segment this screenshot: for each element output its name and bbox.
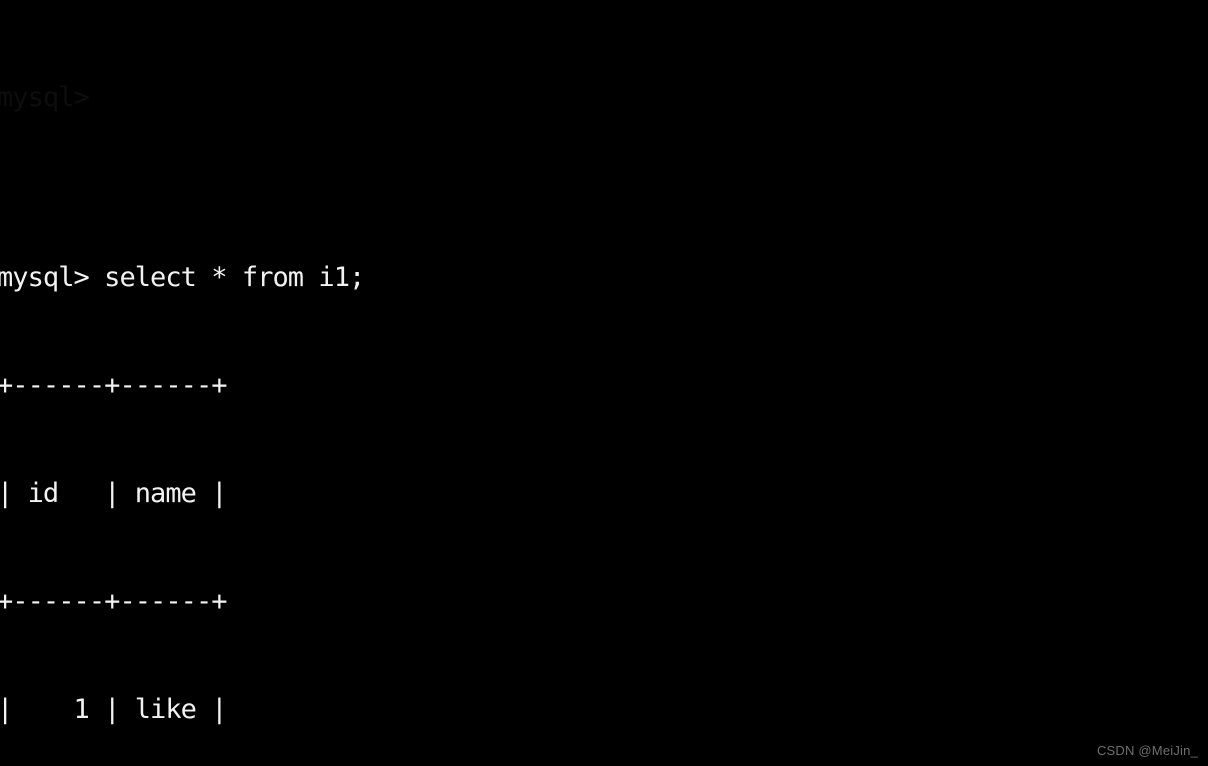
command-line-1[interactable]: mysql> select * from i1; [0, 260, 1208, 296]
terminal-window[interactable]: mysql> mysql> select * from i1; +------+… [0, 0, 1208, 766]
table-header-row-1: | id | name | [0, 478, 228, 509]
table-header-separator-1: +------+------+ [0, 586, 228, 617]
table-row: | 1 | like | [0, 694, 228, 725]
table-top-border-1: +------+------+ [0, 370, 228, 401]
watermark-label: CSDN @MeiJin_ [1096, 743, 1198, 758]
terminal-output[interactable]: mysql> mysql> select * from i1; +------+… [0, 0, 1208, 766]
clipped-previous-line: mysql> [0, 82, 90, 113]
